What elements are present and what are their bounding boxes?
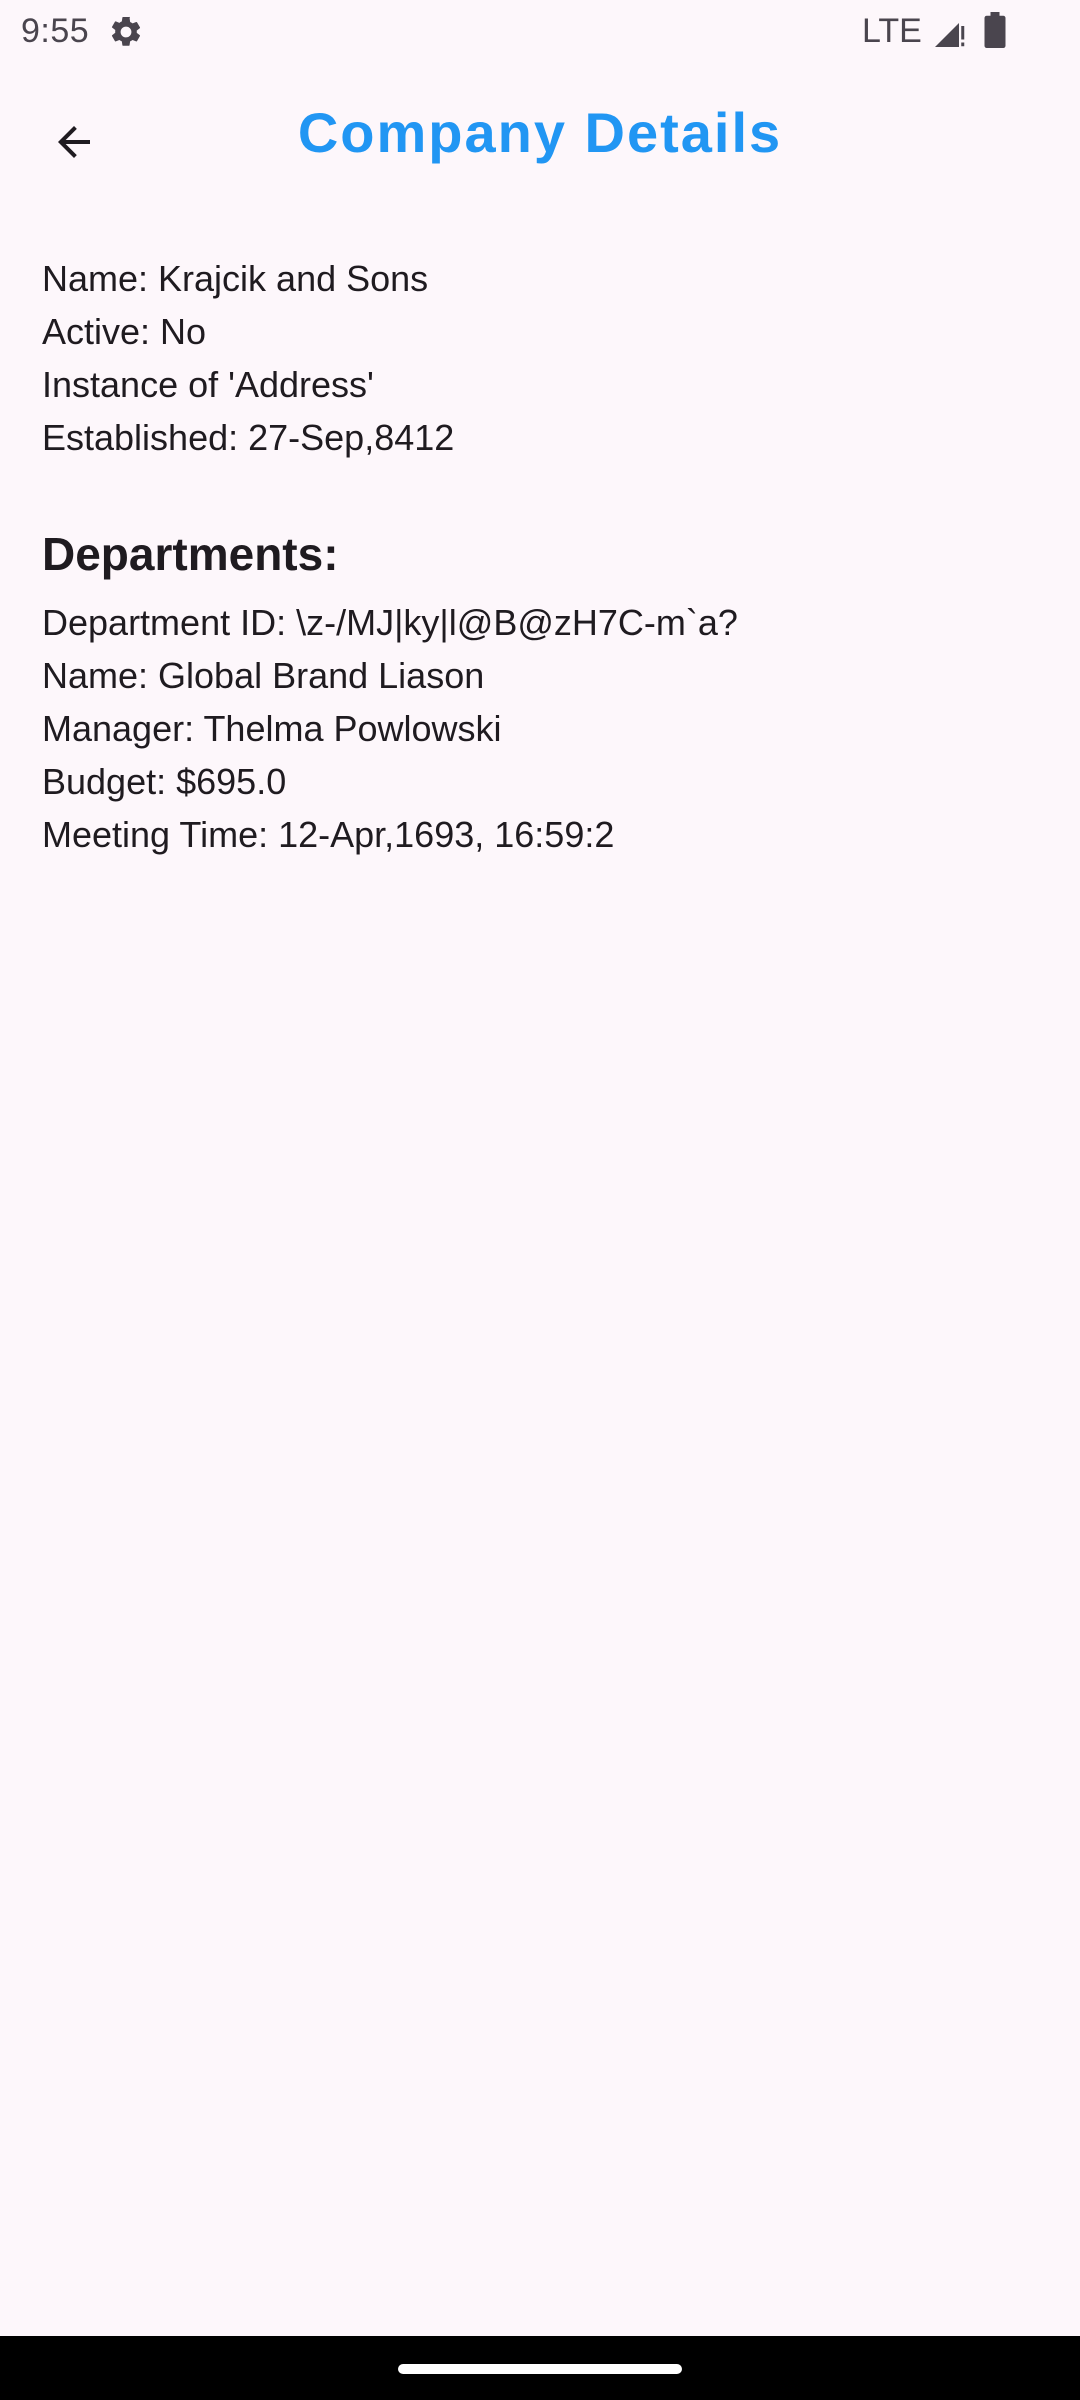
battery-icon xyxy=(984,12,1006,48)
department-budget: Budget: $695.0 xyxy=(42,761,287,802)
gear-icon xyxy=(108,14,144,50)
app-bar: Company Details xyxy=(0,64,1080,204)
company-active-status: Active: No xyxy=(42,311,207,352)
department-id: Department ID: \z-/MJ|ky|l@B@zH7C-m`a? xyxy=(42,602,738,643)
departments-heading: Departments: xyxy=(42,528,339,580)
department-name: Name: Global Brand Liason xyxy=(42,655,485,696)
company-details-content: Name: Krajcik and Sons Active: No Instan… xyxy=(42,252,1042,861)
company-established-date: Established: 27-Sep,8412 xyxy=(42,417,455,458)
company-address-instance: Instance of 'Address' xyxy=(42,364,374,405)
signal-icon xyxy=(932,14,968,50)
network-type-label: LTE xyxy=(862,12,922,50)
department-meeting-time: Meeting Time: 12-Apr,1693, 16:59:2 xyxy=(42,814,615,855)
company-name: Name: Krajcik and Sons xyxy=(42,258,429,299)
home-indicator[interactable] xyxy=(398,2364,682,2374)
system-navigation-bar xyxy=(0,2336,1080,2400)
status-time: 9:55 xyxy=(21,12,90,50)
status-bar: 9:55 LTE xyxy=(0,0,1080,64)
department-item: Department ID: \z-/MJ|ky|l@B@zH7C-m`a? N… xyxy=(42,596,1042,861)
page-title: Company Details xyxy=(297,101,783,164)
department-manager: Manager: Thelma Powlowski xyxy=(42,708,502,749)
